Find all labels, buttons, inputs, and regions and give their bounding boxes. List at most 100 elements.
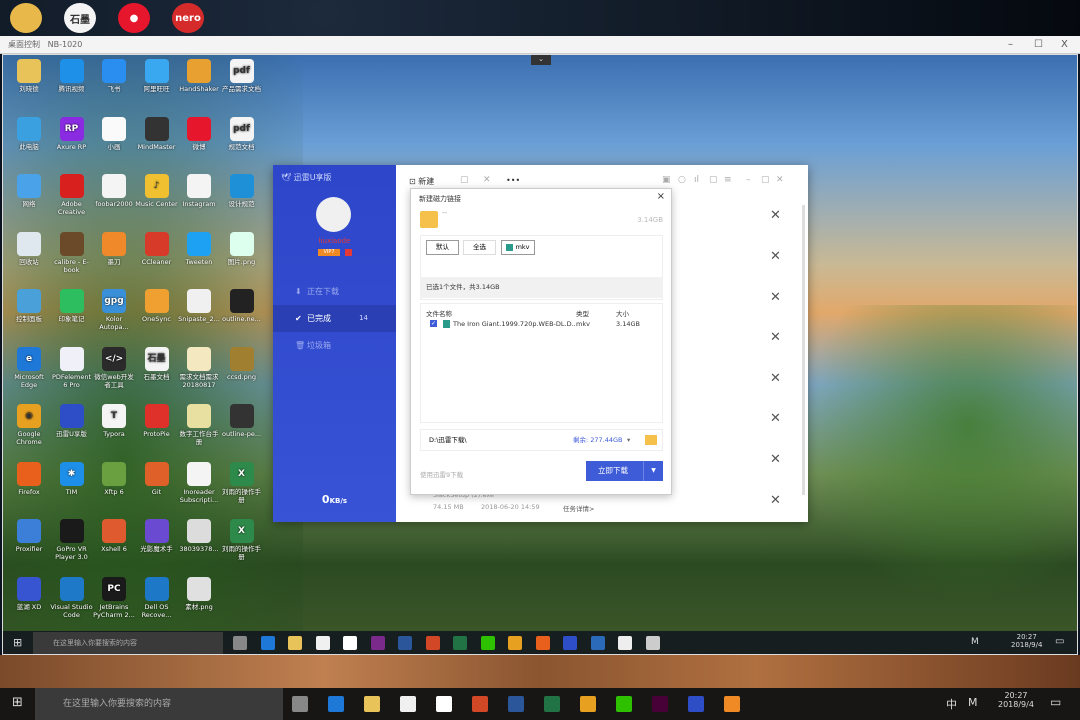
taskbar-app-icon[interactable] xyxy=(544,696,560,712)
menu-icon[interactable]: ≡ xyxy=(724,175,732,185)
shimo-icon[interactable]: 石墨 xyxy=(64,3,96,33)
remove-task-icon[interactable]: ✕ xyxy=(770,371,781,386)
more-button[interactable]: ••• xyxy=(506,176,520,185)
remove-task-icon[interactable]: ✕ xyxy=(770,290,781,305)
desktop-icon[interactable]: outline-pe... xyxy=(220,404,264,438)
desktop-icon[interactable]: PC JetBrains PyCharm 2... xyxy=(92,576,136,619)
desktop-icon[interactable]: Xshell 6 xyxy=(92,519,136,553)
taskbar-app-icon[interactable] xyxy=(364,696,380,712)
desktop-icon[interactable]: PDFelement 6 Pro xyxy=(50,346,94,389)
taskbar-app-icon[interactable] xyxy=(260,636,275,650)
collapse-toolbar-button[interactable]: ⌄ xyxy=(531,55,551,65)
taskbar-app-icon[interactable] xyxy=(688,696,704,712)
username[interactable]: liuxiaode xyxy=(273,237,396,245)
window-icon[interactable]: ▢ xyxy=(709,175,718,185)
desktop-icon[interactable]: MindMaster xyxy=(135,116,179,151)
ime-mode[interactable]: M xyxy=(968,696,978,709)
taskbar-search-input[interactable]: 在这里输入你要搜索的内容 xyxy=(35,688,283,720)
clock[interactable]: 20:27 2018/9/4 xyxy=(1011,633,1042,649)
filter-mkv-button[interactable]: mkv xyxy=(501,240,535,255)
desktop-icon[interactable]: 迅雷U享版 xyxy=(50,404,94,438)
nav-completed[interactable]: ✔ 已完成 14 xyxy=(273,305,396,332)
taskbar-app-icon[interactable] xyxy=(480,636,495,650)
desktop-icon[interactable]: foobar2000 xyxy=(92,174,136,208)
taskbar-app-icon[interactable] xyxy=(288,636,302,650)
dialog-close-icon[interactable]: × xyxy=(657,191,665,202)
taskbar-app-icon[interactable] xyxy=(535,636,550,650)
desktop-icon[interactable]: 刘晓德 xyxy=(7,59,51,93)
app-maximize-button[interactable]: ▢ xyxy=(761,175,770,185)
desktop-icon[interactable]: Instagram xyxy=(177,174,221,208)
file-checkbox[interactable]: ✓ xyxy=(430,320,437,327)
clock[interactable]: 20:27 2018/9/4 xyxy=(998,691,1034,709)
notification-icon[interactable]: ▭ xyxy=(1050,695,1061,709)
desktop-icon[interactable]: outline.ne... xyxy=(220,289,264,323)
desktop-icon[interactable]: 回收站 xyxy=(7,231,51,266)
remove-task-icon[interactable]: ✕ xyxy=(770,249,781,264)
table-row[interactable]: ✓ The Iron Giant.1999.720p.WEB-DL.D... m… xyxy=(421,320,662,332)
taskbar-app-icon[interactable] xyxy=(590,636,605,650)
taskbar-app-icon[interactable] xyxy=(453,636,467,650)
filter-all-button[interactable]: 全选 xyxy=(463,240,496,255)
stats-icon[interactable]: ıl xyxy=(694,175,699,185)
taskbar-app-icon[interactable] xyxy=(370,636,385,650)
remove-task-icon[interactable]: ✕ xyxy=(770,208,781,223)
desktop-icon[interactable]: 墨刀 xyxy=(92,231,136,266)
desktop-icon[interactable]: 网络 xyxy=(7,174,51,208)
download-options-dropdown[interactable]: ▼ xyxy=(643,461,663,481)
desktop-icon[interactable]: 此电脑 xyxy=(7,116,51,151)
remove-task-icon[interactable]: ✕ xyxy=(770,330,781,345)
taskbar-app-icon[interactable] xyxy=(233,636,247,650)
taskbar-app-icon[interactable] xyxy=(425,636,440,650)
app-close-button[interactable]: ✕ xyxy=(776,175,784,185)
folder-name[interactable]: -- xyxy=(442,209,447,217)
nero-icon[interactable]: nero xyxy=(172,3,204,33)
desktop-icon[interactable]: ♪ Music Center xyxy=(135,174,179,208)
taskbar-app-icon[interactable] xyxy=(398,636,412,650)
delete-icon[interactable]: ✕ xyxy=(483,175,491,185)
desktop-icon[interactable]: Xftp 6 xyxy=(92,461,136,496)
desktop-icon[interactable]: Inoreader Subscripti... xyxy=(177,461,221,504)
desktop-icon[interactable]: Tweeten xyxy=(177,231,221,266)
taskbar-app-icon[interactable] xyxy=(343,636,357,650)
desktop-icon[interactable]: </> 微信web开发者工具 xyxy=(92,346,136,389)
desktop-icon[interactable]: 光影魔术手 xyxy=(135,519,179,553)
desktop-icon[interactable]: Firefox xyxy=(7,461,51,496)
desktop-icon[interactable]: 数字工作台手册 xyxy=(177,404,221,446)
use-thunder9-link[interactable]: 使用迅雷9下载 xyxy=(420,469,463,479)
remove-task-icon[interactable]: ✕ xyxy=(770,493,781,508)
download-now-button[interactable]: 立即下载 ▼ xyxy=(586,461,663,481)
user-folder-icon[interactable] xyxy=(10,3,42,33)
taskbar-app-icon[interactable] xyxy=(645,636,660,650)
desktop-icon[interactable]: ProtoPie xyxy=(135,404,179,438)
desktop-icon[interactable]: calibre - E-book xyxy=(50,231,94,274)
desktop-icon[interactable]: 微博 xyxy=(177,116,221,151)
taskbar-search-input[interactable]: 在这里输入你要搜索的内容 xyxy=(33,632,223,654)
desktop-icon[interactable]: 需求文档需求 20180817 xyxy=(177,346,221,389)
desktop-icon[interactable]: e Microsoft Edge xyxy=(7,346,51,389)
desktop-icon[interactable]: X 刘雨的操作手册 xyxy=(220,461,264,504)
desktop-icon[interactable]: 阿里旺旺 xyxy=(135,59,179,93)
desktop-icon[interactable]: pdf 规范文档 xyxy=(220,116,264,151)
desktop-icon[interactable]: 印象笔记 xyxy=(50,289,94,323)
desktop-icon[interactable]: T Typora xyxy=(92,404,136,438)
nav-downloading[interactable]: ⬇ 正在下载 xyxy=(273,278,396,305)
taskbar-app-icon[interactable] xyxy=(508,636,522,650)
desktop-icon[interactable]: Snipaste_2... xyxy=(177,289,221,323)
remove-task-icon[interactable]: ✕ xyxy=(770,452,781,467)
weibo-icon[interactable]: ● xyxy=(118,3,150,33)
start-button[interactable]: ⊞ xyxy=(12,695,23,710)
desktop-icon[interactable]: 设计规范 xyxy=(220,174,264,208)
desktop-icon[interactable]: 素材.png xyxy=(177,576,221,611)
filter-default-button[interactable]: 默认 xyxy=(426,240,459,255)
desktop-icon[interactable]: CCleaner xyxy=(135,231,179,266)
desktop-icon[interactable]: 控制面板 xyxy=(7,289,51,323)
desktop-icon[interactable]: 38039378... xyxy=(177,519,221,553)
app-minimize-button[interactable]: – xyxy=(746,175,751,185)
taskbar-app-icon[interactable] xyxy=(652,696,668,712)
desktop-icon[interactable]: ◉ Google Chrome xyxy=(7,404,51,446)
ime-indicator[interactable]: M xyxy=(971,637,979,647)
taskbar-app-icon[interactable] xyxy=(472,696,488,712)
folder-icon[interactable]: ▢ xyxy=(460,175,469,185)
avatar[interactable] xyxy=(316,197,351,232)
